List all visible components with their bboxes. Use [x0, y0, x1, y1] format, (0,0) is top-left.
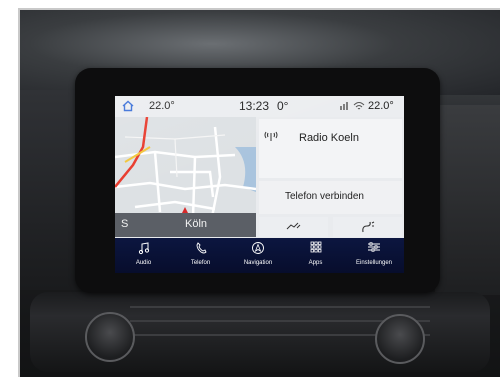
nav-apps-button[interactable]: Apps: [287, 238, 344, 273]
signal-icon: [339, 96, 351, 120]
navigation-icon: [229, 241, 287, 259]
nav-settings-label: Einstellungen: [355, 260, 393, 266]
nav-navigation-button[interactable]: Navigation: [229, 238, 287, 273]
radio-station: Radio Koeln: [299, 132, 359, 144]
phone-voice-icon: [285, 222, 303, 236]
status-bar: 22.0° 13:23 0° 22.0°: [115, 96, 404, 117]
current-city: Köln: [185, 218, 208, 230]
climate-temperature: 22.0°: [368, 100, 394, 112]
clock: 13:23: [239, 99, 270, 113]
nav-phone-label: Telefon: [190, 260, 211, 266]
nav-audio-button[interactable]: Audio: [115, 238, 172, 273]
nav-settings-button[interactable]: Einstellungen: [344, 238, 404, 273]
current-city-bar: S Köln: [115, 213, 256, 237]
nav-apps-label: Apps: [308, 260, 323, 266]
media-panel[interactable]: Radio Koeln: [259, 119, 402, 178]
phone-icon: [172, 241, 229, 259]
left-knob: [85, 312, 135, 362]
vent-slat: [130, 306, 430, 308]
settings-sliders-icon: [344, 241, 404, 259]
music-note-icon: [115, 241, 172, 259]
nav-audio-label: Audio: [135, 260, 152, 266]
phone-call-button[interactable]: [259, 217, 328, 237]
compass-heading: S: [121, 218, 129, 230]
connect-phone-label: Telefon verbinden: [285, 191, 364, 202]
connect-phone-button[interactable]: Telefon verbinden: [259, 181, 402, 214]
radio-antenna-icon: [263, 129, 279, 147]
voice-control-button[interactable]: [333, 217, 402, 237]
air-vent-panel: [30, 292, 490, 372]
right-knob: [375, 314, 425, 364]
dashboard-right: [435, 105, 500, 295]
nav-phone-button[interactable]: Telefon: [172, 238, 229, 273]
apps-grid-icon: [287, 241, 344, 259]
inside-temperature: 0°: [277, 99, 289, 113]
wifi-icon: [353, 96, 365, 120]
infotainment-screen: 22.0° 13:23 0° 22.0° S Köln Radio Koeln …: [115, 96, 404, 273]
bottom-navigation-bar: Audio Telefon Navigation Apps Einstellun…: [115, 238, 404, 273]
outside-temperature: 22.0°: [149, 100, 175, 112]
nav-navigation-label: Navigation: [243, 260, 273, 266]
voice-control-icon: [360, 221, 376, 237]
